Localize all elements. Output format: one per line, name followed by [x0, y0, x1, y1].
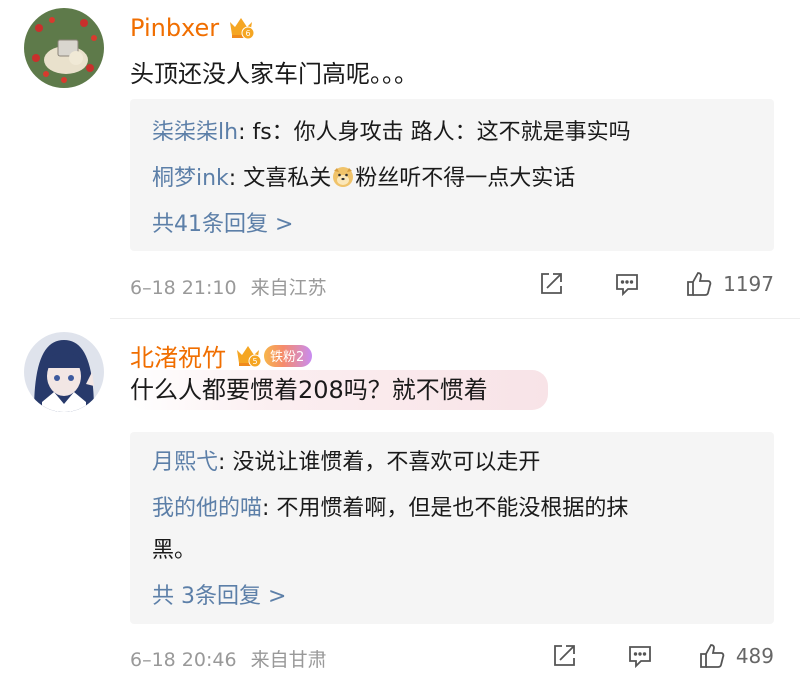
reply-colon: : — [262, 496, 277, 521]
svg-text:6: 6 — [246, 29, 251, 38]
comment-meta: 6–18 21:10 来自江苏 — [130, 273, 327, 300]
reply-colon: : — [238, 120, 253, 145]
fan-badge[interactable]: 铁粉2 — [264, 344, 313, 367]
reply-text-continued: 黑。 — [152, 538, 197, 563]
more-replies-link[interactable]: 共 3条回复 > — [130, 570, 774, 624]
reply-box[interactable]: 月熙弋: 没说让谁惯着，不喜欢可以走开 我的他的喵: 不用惯着啊，但是也不能没根… — [130, 432, 774, 624]
comment-location: 来自江苏 — [250, 277, 327, 299]
reply-text: 不用惯着啊，但是也不能没根据的抹 — [276, 496, 629, 521]
reply-box[interactable]: 柒柒柒lh: fs：你人身攻击 路人：这不就是事实吗 桐梦ink: 文喜私关 粉… — [130, 99, 774, 251]
reply-username[interactable]: 桐梦ink — [152, 166, 229, 191]
more-replies-link[interactable]: 共41条回复 > — [130, 202, 774, 248]
like-count: 1197 — [723, 272, 774, 296]
username-text[interactable]: 北渚祝竹 — [130, 338, 226, 373]
reply-text-after: 粉丝听不得一点大实话 — [355, 166, 576, 191]
crown-badge-icon: 6 — [227, 15, 255, 41]
reply-text: fs：你人身攻击 路人：这不就是事实吗 — [252, 120, 631, 145]
comment-text: 什么人都要惯着208吗？就不惯着 — [130, 370, 548, 410]
avatar[interactable] — [24, 332, 104, 412]
avatar[interactable] — [24, 8, 104, 88]
comment-actions: 489 — [550, 642, 774, 670]
username[interactable]: Pinbxer 6 — [130, 14, 255, 42]
like-icon[interactable] — [698, 642, 726, 670]
reply-item[interactable]: 桐梦ink: 文喜私关 粉丝听不得一点大实话 — [130, 156, 774, 202]
username-text[interactable]: Pinbxer — [130, 14, 219, 42]
comment-icon[interactable] — [613, 270, 641, 298]
reply-colon: : — [218, 450, 233, 475]
comment-item: Pinbxer 6 头顶还没人家车门高呢。。。 柒柒柒lh: fs：你人身攻击 … — [0, 0, 800, 310]
reply-item[interactable]: 柒柒柒lh: fs：你人身攻击 路人：这不就是事实吗 — [130, 110, 774, 156]
divider — [110, 318, 800, 319]
comment-meta: 6–18 20:46 来自甘肃 — [130, 645, 327, 672]
reply-text: 没说让谁惯着，不喜欢可以走开 — [232, 450, 541, 475]
share-icon[interactable] — [550, 642, 578, 670]
username[interactable]: 北渚祝竹 5 铁粉2 — [130, 338, 313, 373]
comment-time: 6–18 21:10 — [130, 277, 237, 299]
comment-text: 头顶还没人家车门高呢。。。 — [130, 60, 418, 88]
reply-username[interactable]: 我的他的喵 — [152, 496, 262, 521]
share-icon[interactable] — [537, 270, 565, 298]
like-count: 489 — [735, 644, 774, 668]
comment-actions: 1197 — [537, 270, 774, 298]
reply-item[interactable]: 月熙弋: 没说让谁惯着，不喜欢可以走开 — [130, 440, 774, 486]
comment-icon[interactable] — [626, 642, 654, 670]
like-icon[interactable] — [685, 270, 713, 298]
comment-location: 来自甘肃 — [250, 649, 327, 671]
svg-text:5: 5 — [252, 357, 257, 366]
reply-colon: : — [228, 166, 244, 191]
reply-username[interactable]: 月熙弋 — [152, 450, 218, 475]
comment-text-highlight: 什么人都要惯着208吗？就不惯着 — [130, 370, 548, 410]
doge-emoji-icon — [331, 165, 355, 189]
reply-username[interactable]: 柒柒柒lh — [152, 120, 238, 145]
crown-badge-icon: 5 — [234, 343, 262, 369]
comment-item: 北渚祝竹 5 铁粉2 什么人都要惯着208吗？就不惯着 月熙弋: 没说让谁惯着，… — [0, 320, 800, 686]
comment-time: 6–18 20:46 — [130, 649, 237, 671]
reply-item[interactable]: 我的他的喵: 不用惯着啊，但是也不能没根据的抹 — [130, 486, 774, 532]
reply-text: 文喜私关 — [243, 166, 332, 191]
